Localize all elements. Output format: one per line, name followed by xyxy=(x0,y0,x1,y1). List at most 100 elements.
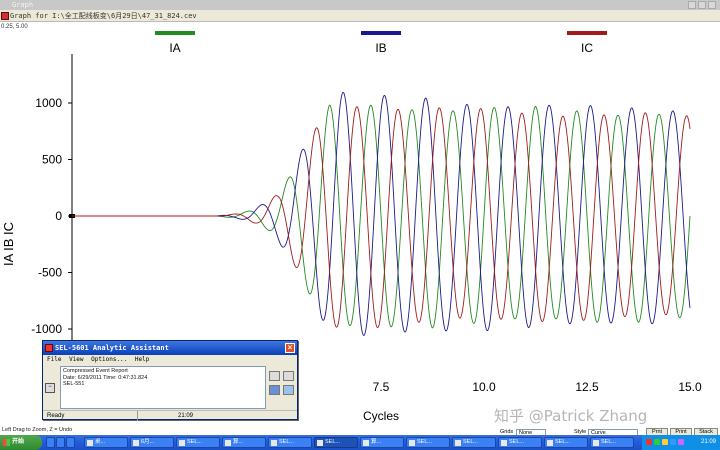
chart-axes xyxy=(69,54,102,377)
taskbar-item[interactable]: SEL... xyxy=(314,437,358,448)
menu-file[interactable]: File xyxy=(47,356,61,363)
dialog-app-icon xyxy=(45,344,53,352)
quick-launch-icon[interactable] xyxy=(66,437,75,448)
taskbar-item-label: SEL... xyxy=(417,439,432,445)
watermark-text: 知乎 @Patrick Zhang xyxy=(494,407,648,425)
taskbar-item[interactable]: SEL... xyxy=(498,437,542,448)
y-axis-ticks: 1000 500 0 -500 -1000 xyxy=(31,96,72,336)
taskbar-item[interactable]: SEL... xyxy=(544,437,588,448)
y-tick-label: 500 xyxy=(42,153,62,167)
dialog-status-bar: Ready 21:09 xyxy=(43,410,297,421)
taskbar-item-label: 算... xyxy=(371,439,382,445)
x-tick-label: 15.0 xyxy=(678,380,702,394)
chart-legend: IA IB IC xyxy=(155,31,607,55)
window-title: Graph xyxy=(12,1,34,9)
window-title-bar: Graph xyxy=(0,0,720,10)
dialog-title: SEL-5601 Analytic Assistant xyxy=(55,344,169,352)
taskbar-item-label: 6月... xyxy=(141,439,155,445)
taskbar-item-label: SEL... xyxy=(187,439,202,445)
graph-app-icon xyxy=(1,12,9,20)
x-tick-label: 7.5 xyxy=(373,380,390,394)
taskbar-clock: 21:09 xyxy=(700,439,716,445)
taskbar-item-icon xyxy=(225,440,231,446)
tray-volume-icon[interactable] xyxy=(662,439,668,445)
taskbar-item[interactable]: 算... xyxy=(222,437,266,448)
tray-alert-icon[interactable] xyxy=(646,439,652,445)
y-tick-label: 1000 xyxy=(35,96,62,110)
legend-label-ic: IC xyxy=(581,41,593,55)
taskbar-item-label: SEL... xyxy=(555,439,570,445)
taskbar-item-icon xyxy=(271,440,277,446)
taskbar-item-icon xyxy=(547,440,553,446)
taskbar-item-icon xyxy=(593,440,599,446)
taskbar-item-icon xyxy=(363,440,369,446)
taskbar-item-label: SEL... xyxy=(325,439,340,445)
status-ready: Ready xyxy=(47,413,65,419)
series-ia-line xyxy=(72,104,691,329)
dialog-close-button[interactable]: × xyxy=(285,343,295,353)
menu-view[interactable]: View xyxy=(69,356,83,363)
taskbar-item[interactable]: 桌... xyxy=(84,437,128,448)
taskbar-item[interactable]: SEL... xyxy=(406,437,450,448)
system-tray: 21:09 xyxy=(642,435,720,450)
taskbar-item-icon xyxy=(409,440,415,446)
windows-flag-icon xyxy=(3,439,10,446)
taskbar-item-icon xyxy=(87,440,93,446)
taskbar-item-label: SEL... xyxy=(463,439,478,445)
legend-swatch-ib xyxy=(361,31,401,35)
tray-update-icon[interactable] xyxy=(670,439,676,445)
taskbar-item-label: SEL... xyxy=(279,439,294,445)
analytic-assistant-dialog[interactable]: SEL-5601 Analytic Assistant × File View … xyxy=(42,340,298,421)
close-button[interactable] xyxy=(708,1,716,9)
x-axis-ticks: 7.5 10.0 12.5 15.0 xyxy=(373,380,702,394)
taskbar-item[interactable]: SEL... xyxy=(268,437,312,448)
tray-app-icon[interactable] xyxy=(678,439,684,445)
taskbar-item[interactable]: 算... xyxy=(360,437,404,448)
start-label: 开始 xyxy=(12,439,25,445)
dialog-collapse-button[interactable]: − xyxy=(45,383,55,393)
taskbar-item[interactable]: SEL... xyxy=(590,437,634,448)
tray-network-icon[interactable] xyxy=(654,439,660,445)
taskbar-item-icon xyxy=(455,440,461,446)
event-info-line: SEL-551 xyxy=(63,381,85,387)
legend-label-ib: IB xyxy=(375,41,386,55)
menu-options[interactable]: Options... xyxy=(91,356,127,363)
taskbar-item-icon xyxy=(133,440,139,446)
taskbar-item-label: 桌... xyxy=(95,439,106,445)
waveform-view-icon[interactable] xyxy=(269,371,280,381)
y-tick-label: 0 xyxy=(55,209,62,223)
minimize-button[interactable] xyxy=(688,1,696,9)
taskbar-item-icon xyxy=(317,440,323,446)
chart-series xyxy=(72,91,691,336)
taskbar-item-label: 算... xyxy=(233,439,244,445)
status-time: 21:09 xyxy=(137,411,193,421)
taskbar-item-icon xyxy=(501,440,507,446)
taskbar-item[interactable]: SEL... xyxy=(452,437,496,448)
x-tick-label: 12.5 xyxy=(575,380,599,394)
maximize-button[interactable] xyxy=(698,1,706,9)
dialog-menu-bar: File View Options... Help xyxy=(43,355,297,364)
taskbar-item[interactable]: 6月... xyxy=(130,437,174,448)
event-info-box: Compressed Event Report Date: 6/29/2011 … xyxy=(60,366,266,409)
graph-file-path: Graph for I:\全工配线板变\6月29日\47_31_824.cev xyxy=(10,12,197,20)
x-axis-label: Cycles xyxy=(363,409,399,423)
quick-launch-icon[interactable] xyxy=(56,437,65,448)
settings-icon[interactable] xyxy=(283,385,294,395)
legend-swatch-ic xyxy=(567,31,607,35)
start-button[interactable]: 开始 xyxy=(0,435,42,450)
legend-label-ia: IA xyxy=(169,41,180,55)
y-tick-label: -500 xyxy=(38,266,62,280)
menu-help[interactable]: Help xyxy=(135,356,149,363)
x-tick-label: 10.0 xyxy=(472,380,496,394)
y-tick-label: -1000 xyxy=(31,322,62,336)
taskbar-item-icon xyxy=(179,440,185,446)
taskbar: 开始 桌... 6月... SEL... 算... SEL... SEL... 算... SE… xyxy=(0,435,720,450)
quick-launch-icon[interactable] xyxy=(46,437,55,448)
taskbar-item[interactable]: SEL... xyxy=(176,437,220,448)
histogram-icon[interactable] xyxy=(269,385,280,395)
dialog-title-bar[interactable]: SEL-5601 Analytic Assistant × xyxy=(43,341,297,355)
screen: Graph Graph for I:\全工配线板变\6月29日\47_31_82… xyxy=(0,0,720,450)
legend-swatch-ia xyxy=(155,31,195,35)
phasor-view-icon[interactable] xyxy=(283,371,294,381)
y-axis-label: IA IB IC xyxy=(1,222,16,266)
